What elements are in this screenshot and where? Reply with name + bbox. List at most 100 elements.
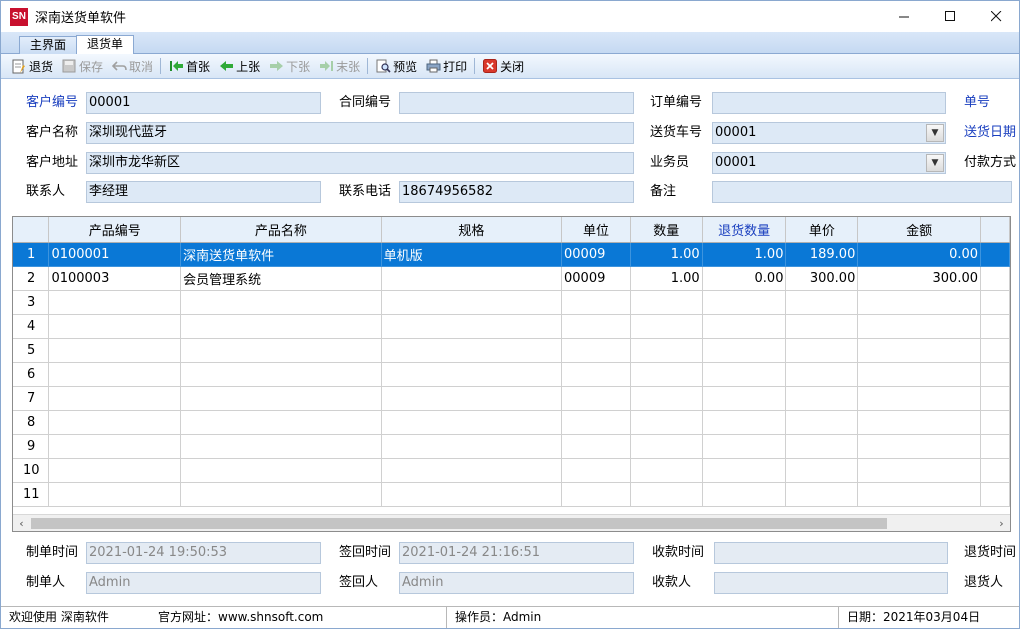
print-button[interactable]: 打印 <box>421 56 471 76</box>
cell-unit[interactable] <box>561 386 631 411</box>
cell-name[interactable]: 会员管理系统 <box>180 266 382 291</box>
horizontal-scrollbar[interactable]: ‹ › <box>13 514 1010 531</box>
cell-return-qty[interactable] <box>702 482 787 507</box>
table-row[interactable]: 2 0100003 会员管理系统 00009 1.00 0.00 300.00 … <box>13 266 1010 291</box>
column-header[interactable]: 数量 <box>630 217 703 243</box>
cell-code[interactable]: 0100001 <box>48 242 182 267</box>
cell-code[interactable] <box>48 314 182 339</box>
cell-name[interactable] <box>180 386 382 411</box>
cell-qty[interactable] <box>630 362 703 387</box>
table-row[interactable]: 8 <box>13 410 1010 435</box>
chevron-down-icon[interactable]: ▼ <box>926 154 944 172</box>
cell-spec[interactable] <box>381 290 563 315</box>
close-window-button[interactable] <box>973 1 1019 32</box>
cell-unit[interactable]: 00009 <box>561 266 631 291</box>
cell-spec[interactable] <box>381 458 563 483</box>
scrollbar-thumb[interactable] <box>31 518 887 529</box>
cell-price[interactable]: 189.00 <box>785 242 859 267</box>
cell-code[interactable] <box>48 410 182 435</box>
cell-name[interactable] <box>180 362 382 387</box>
cell-name[interactable] <box>180 290 382 315</box>
cell-amount[interactable] <box>857 314 982 339</box>
cell-code[interactable] <box>48 482 182 507</box>
contract-no-input[interactable] <box>399 92 634 114</box>
column-header[interactable]: 退货数量 <box>702 217 787 243</box>
cell-return-qty[interactable] <box>702 458 787 483</box>
cell-spec[interactable] <box>381 266 563 291</box>
cell-spec[interactable] <box>381 362 563 387</box>
cell-qty[interactable]: 1.00 <box>630 266 703 291</box>
first-button[interactable]: 首张 <box>164 56 214 76</box>
cell-name[interactable] <box>180 314 382 339</box>
cell-spec[interactable] <box>381 410 563 435</box>
table-row[interactable]: 11 <box>13 482 1010 507</box>
scroll-right-icon[interactable]: › <box>993 515 1010 531</box>
chevron-down-icon[interactable]: ▼ <box>926 124 944 142</box>
cell-price[interactable] <box>785 338 859 363</box>
cell-spec[interactable] <box>381 482 563 507</box>
maximize-button[interactable] <box>927 1 973 32</box>
order-no-input[interactable] <box>712 92 946 114</box>
cell-unit[interactable] <box>561 458 631 483</box>
table-row[interactable]: 4 <box>13 314 1010 339</box>
cell-return-qty[interactable]: 1.00 <box>702 242 787 267</box>
cell-spec[interactable]: 单机版 <box>381 242 563 267</box>
cell-name[interactable] <box>180 458 382 483</box>
contact-input[interactable]: 李经理 <box>86 181 321 203</box>
cell-name[interactable] <box>180 434 382 459</box>
column-header[interactable]: 单位 <box>561 217 631 243</box>
cell-unit[interactable]: 00009 <box>561 242 631 267</box>
cell-code[interactable] <box>48 338 182 363</box>
prev-button[interactable]: 上张 <box>214 56 264 76</box>
table-row[interactable]: 7 <box>13 386 1010 411</box>
cell-amount[interactable] <box>857 362 982 387</box>
cell-return-qty[interactable] <box>702 338 787 363</box>
column-header[interactable]: 产品编号 <box>48 217 182 243</box>
cell-unit[interactable] <box>561 290 631 315</box>
cell-code[interactable] <box>48 386 182 411</box>
cell-spec[interactable] <box>381 338 563 363</box>
customer-no-input[interactable]: 00001 <box>86 92 321 114</box>
cell-price[interactable] <box>785 410 859 435</box>
cell-amount[interactable] <box>857 410 982 435</box>
cell-amount[interactable]: 0.00 <box>857 242 982 267</box>
cell-price[interactable] <box>785 434 859 459</box>
cell-price[interactable] <box>785 482 859 507</box>
column-header[interactable]: 金额 <box>857 217 982 243</box>
last-button[interactable]: 末张 <box>314 56 364 76</box>
cell-unit[interactable] <box>561 314 631 339</box>
cancel-button[interactable]: 取消 <box>107 56 157 76</box>
cell-unit[interactable] <box>561 482 631 507</box>
minimize-button[interactable] <box>881 1 927 32</box>
cell-unit[interactable] <box>561 362 631 387</box>
table-row[interactable]: 10 <box>13 458 1010 483</box>
cell-price[interactable]: 300.00 <box>785 266 859 291</box>
vehicle-no-select[interactable]: 00001 ▼ <box>712 122 946 144</box>
table-row[interactable]: 1 0100001 深南送货单软件 单机版 00009 1.00 1.00 18… <box>13 242 1010 267</box>
cell-qty[interactable] <box>630 338 703 363</box>
cell-return-qty[interactable]: 0.00 <box>702 266 787 291</box>
cell-price[interactable] <box>785 290 859 315</box>
cell-name[interactable] <box>180 410 382 435</box>
customer-name-input[interactable]: 深圳现代蓝牙 <box>86 122 634 144</box>
return-button[interactable]: 退货 <box>7 56 57 76</box>
cell-code[interactable]: 0100003 <box>48 266 182 291</box>
cell-name[interactable] <box>180 338 382 363</box>
cell-qty[interactable] <box>630 386 703 411</box>
cell-amount[interactable] <box>857 434 982 459</box>
close-button[interactable]: 关闭 <box>478 56 528 76</box>
phone-input[interactable]: 18674956582 <box>399 181 634 203</box>
cell-qty[interactable] <box>630 434 703 459</box>
cell-qty[interactable] <box>630 290 703 315</box>
cell-return-qty[interactable] <box>702 290 787 315</box>
cell-code[interactable] <box>48 458 182 483</box>
cell-return-qty[interactable] <box>702 410 787 435</box>
tab-return-bill[interactable]: 退货单 <box>76 35 135 55</box>
customer-addr-input[interactable]: 深圳市龙华新区 <box>86 152 634 174</box>
cell-code[interactable] <box>48 290 182 315</box>
column-header[interactable]: 单价 <box>785 217 859 243</box>
cell-qty[interactable] <box>630 482 703 507</box>
cell-price[interactable] <box>785 362 859 387</box>
cell-return-qty[interactable] <box>702 434 787 459</box>
save-button[interactable]: 保存 <box>57 56 107 76</box>
